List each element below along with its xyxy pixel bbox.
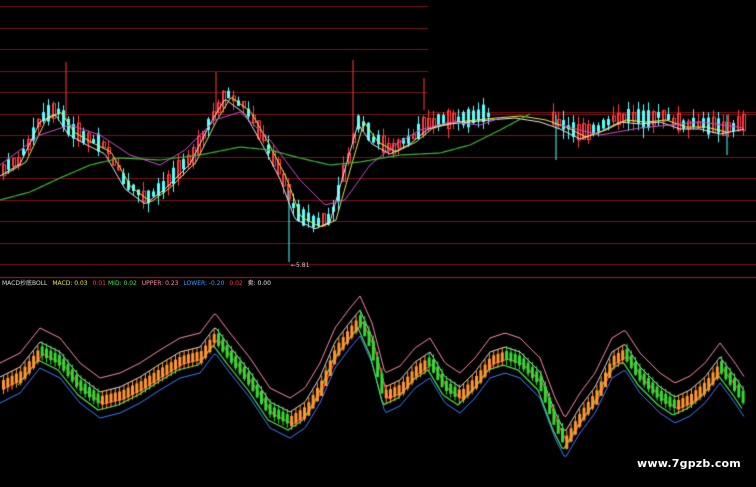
indicator-name: MACD抄底BOLL — [2, 280, 48, 287]
price-low-label: ←5.81 — [291, 262, 310, 269]
mid-value: MID: 0.02 — [108, 280, 137, 287]
lower-value: LOWER: -0.20 — [183, 280, 225, 287]
indicator-legend-left: MACD抄底BOLL MACD: 0.03 0.01 — [2, 279, 109, 289]
macd-second-value: 0.01 — [92, 280, 106, 287]
sell-signal-value: 卖: 0.00 — [247, 280, 271, 287]
indicator-legend-right: MID: 0.02 UPPER: 0.23 LOWER: -0.20 0.02 … — [108, 279, 274, 289]
site-watermark: www.7gpzb.com — [637, 457, 741, 470]
macd-value: MACD: 0.03 — [52, 280, 88, 287]
stock-chart-canvas[interactable] — [0, 0, 756, 487]
extra-value: 0.02 — [229, 280, 243, 287]
upper-value: UPPER: 0.23 — [141, 280, 179, 287]
